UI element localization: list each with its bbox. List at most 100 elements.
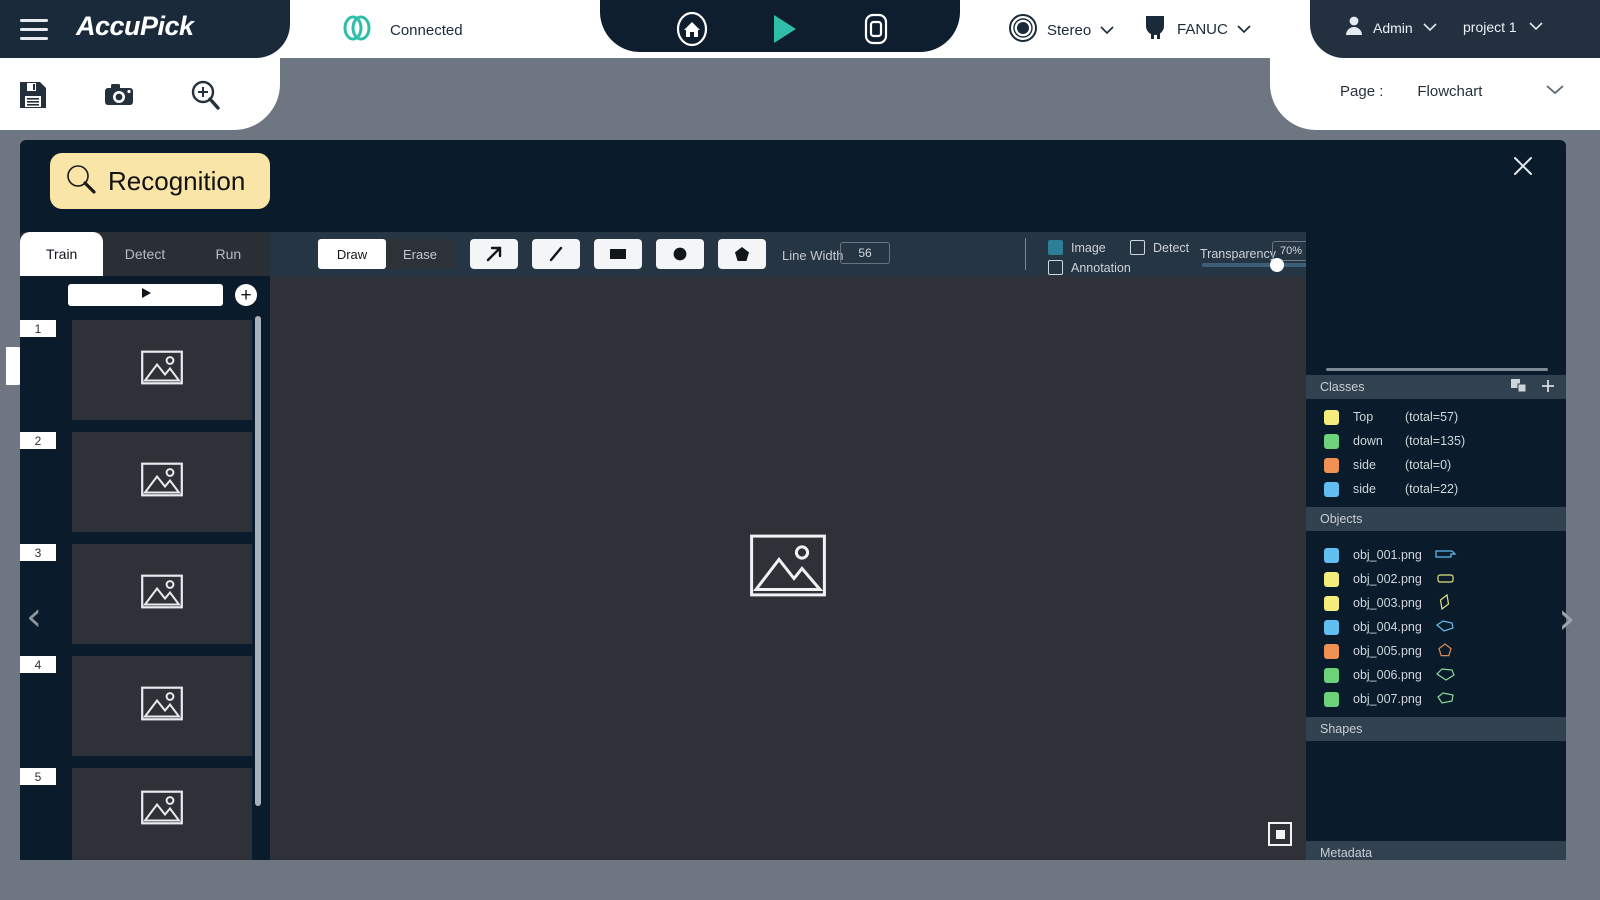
toolbar-divider bbox=[1025, 238, 1026, 270]
tab-detect[interactable]: Detect bbox=[103, 232, 186, 276]
list-item[interactable] bbox=[72, 432, 252, 532]
list-item[interactable]: obj_006.png bbox=[1306, 663, 1566, 687]
section-header-objects[interactable]: Objects bbox=[1306, 507, 1566, 531]
classes-list: Top (total=57) down (total=135) side (to… bbox=[1306, 399, 1566, 501]
camera-mode-selector[interactable]: Stereo bbox=[1008, 13, 1114, 48]
transparency-slider[interactable] bbox=[1202, 263, 1310, 267]
line-width-label: Line Width bbox=[782, 248, 843, 263]
link-connected-icon bbox=[340, 12, 374, 49]
thumbnail-scrollbar[interactable] bbox=[255, 316, 261, 806]
list-item[interactable]: obj_003.png bbox=[1306, 591, 1566, 615]
tab-run[interactable]: Run bbox=[187, 232, 270, 276]
duplicate-icon[interactable] bbox=[1510, 378, 1528, 397]
checkbox-box bbox=[1130, 240, 1145, 255]
section-title: Objects bbox=[1320, 512, 1362, 526]
section-header-classes[interactable]: Classes bbox=[1306, 375, 1566, 399]
class-color-swatch bbox=[1324, 458, 1339, 473]
list-item[interactable]: side (total=0) bbox=[1306, 453, 1566, 477]
circle-tool-icon[interactable] bbox=[656, 239, 704, 269]
object-color-swatch bbox=[1324, 644, 1339, 659]
section-title: Metadata bbox=[1320, 846, 1372, 860]
camera-icon[interactable] bbox=[102, 78, 136, 112]
line-tool-icon[interactable] bbox=[532, 239, 580, 269]
hamburger-icon[interactable] bbox=[20, 14, 48, 44]
list-item[interactable] bbox=[72, 544, 252, 644]
add-image-button[interactable]: + bbox=[235, 284, 257, 306]
class-color-swatch bbox=[1324, 410, 1339, 425]
list-item[interactable]: obj_007.png bbox=[1306, 687, 1566, 711]
object-name: obj_005.png bbox=[1353, 644, 1422, 658]
arrow-tool-icon[interactable] bbox=[470, 239, 518, 269]
chevron-right-icon[interactable]: › bbox=[1558, 598, 1586, 642]
section-title: Classes bbox=[1320, 380, 1364, 394]
robot-brand-label: FANUC bbox=[1177, 21, 1228, 38]
chevron-down-icon[interactable] bbox=[1546, 82, 1564, 100]
connection-status: Connected bbox=[340, 12, 463, 49]
tab-train[interactable]: Train bbox=[20, 232, 103, 276]
sidebar-top-scrollbar[interactable] bbox=[1326, 368, 1548, 371]
list-item[interactable]: Top (total=57) bbox=[1306, 405, 1566, 429]
zoom-in-magnifier-icon[interactable] bbox=[188, 78, 222, 112]
image-canvas[interactable] bbox=[270, 276, 1306, 860]
image-layer-checkbox[interactable]: Image bbox=[1048, 240, 1106, 255]
add-class-icon[interactable] bbox=[1540, 378, 1556, 397]
robot-brand-selector[interactable]: FANUC bbox=[1142, 13, 1251, 46]
thumb-index: 1 bbox=[20, 320, 56, 337]
chevron-left-icon[interactable]: ‹ bbox=[26, 598, 54, 638]
transparency-label: Transparency bbox=[1200, 247, 1276, 261]
erase-mode-button[interactable]: Erase bbox=[386, 239, 454, 269]
play-icon[interactable] bbox=[768, 12, 800, 46]
page-value: Flowchart bbox=[1417, 83, 1482, 100]
annotation-layer-checkbox[interactable]: Annotation bbox=[1048, 260, 1131, 275]
chevron-down-icon bbox=[1423, 19, 1437, 37]
section-header-shapes[interactable]: Shapes bbox=[1306, 717, 1566, 741]
list-item[interactable]: down (total=135) bbox=[1306, 429, 1566, 453]
dataset-name-input[interactable] bbox=[68, 284, 223, 306]
list-item[interactable]: obj_005.png bbox=[1306, 639, 1566, 663]
chevron-down-icon bbox=[1237, 21, 1251, 39]
home-icon[interactable] bbox=[674, 11, 710, 47]
transparency-slider-handle[interactable] bbox=[1270, 258, 1284, 272]
rectangle-tool-icon[interactable] bbox=[594, 239, 642, 269]
list-item[interactable] bbox=[72, 656, 252, 756]
list-item[interactable] bbox=[72, 768, 252, 860]
checkbox-box bbox=[1048, 260, 1063, 275]
thumb-index: 5 bbox=[20, 768, 56, 785]
list-item[interactable] bbox=[72, 320, 252, 420]
panel-title-chip: Recognition bbox=[50, 153, 270, 209]
list-item[interactable]: obj_004.png bbox=[1306, 615, 1566, 639]
image-placeholder-icon bbox=[141, 687, 183, 726]
save-floppy-icon[interactable] bbox=[16, 78, 50, 112]
draw-erase-toggle: Draw Erase bbox=[318, 239, 454, 269]
page-selector[interactable]: Page : Flowchart bbox=[1340, 82, 1564, 100]
magnifier-icon bbox=[64, 162, 98, 201]
stop-icon[interactable] bbox=[858, 11, 894, 47]
secondary-toolbar: Page : Flowchart bbox=[0, 58, 1600, 130]
object-name: obj_007.png bbox=[1353, 692, 1422, 706]
properties-sidebar: Classes Top (to bbox=[1306, 220, 1566, 860]
polygon-tool-icon[interactable] bbox=[718, 239, 766, 269]
brand-logo: AccuPick bbox=[76, 11, 194, 42]
class-name: down bbox=[1353, 434, 1391, 448]
close-icon[interactable] bbox=[1512, 155, 1534, 177]
tag-outline-icon bbox=[1434, 665, 1458, 688]
list-item[interactable]: obj_001.png bbox=[1306, 543, 1566, 567]
image-placeholder-icon bbox=[141, 463, 183, 502]
draw-mode-button[interactable]: Draw bbox=[318, 239, 386, 269]
recognition-panel: › Recognition Train Detect Run bbox=[20, 140, 1566, 860]
chevron-down-icon bbox=[1100, 22, 1114, 40]
project-selector[interactable]: project 1 bbox=[1463, 18, 1543, 36]
object-color-swatch bbox=[1324, 620, 1339, 635]
detect-layer-checkbox[interactable]: Detect bbox=[1130, 240, 1189, 255]
project-name-label: project 1 bbox=[1463, 19, 1517, 35]
section-header-metadata[interactable]: Metadata bbox=[1306, 841, 1566, 860]
class-count: (total=22) bbox=[1405, 482, 1458, 496]
list-item[interactable]: obj_002.png bbox=[1306, 567, 1566, 591]
robot-arm-icon bbox=[1142, 13, 1168, 46]
list-item[interactable]: side (total=22) bbox=[1306, 477, 1566, 501]
user-avatar-icon bbox=[1345, 15, 1363, 40]
top-header: AccuPick Connected bbox=[0, 0, 1600, 58]
user-menu[interactable]: Admin bbox=[1345, 15, 1437, 40]
fit-to-screen-icon[interactable] bbox=[1268, 822, 1292, 846]
line-width-input[interactable]: 56 bbox=[840, 242, 890, 264]
